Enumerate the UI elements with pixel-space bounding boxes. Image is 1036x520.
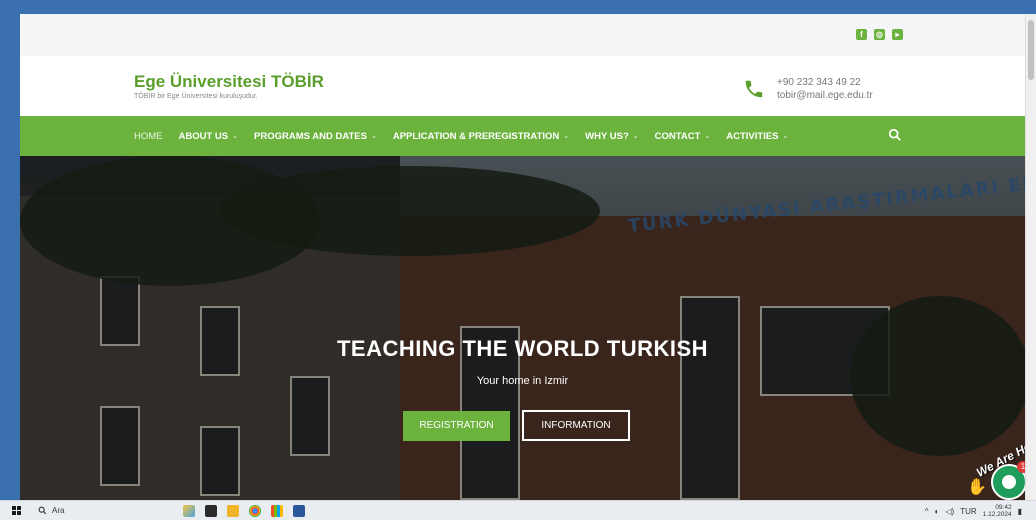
chevron-down-icon: ⌄ [782,133,789,140]
chevron-down-icon: ⌄ [632,133,639,140]
word-icon[interactable] [293,504,305,517]
chat-widget[interactable]: We Are Here! ✋ 1 [955,432,1025,500]
network-icon[interactable]: ◐ [935,507,940,516]
instagram-icon[interactable]: ◎ [874,29,885,40]
social-links: f ◎ ▸ [856,29,903,40]
language-indicator[interactable]: TUR [960,507,976,516]
contact-info: +90 232 343 49 22 tobir@mail.ege.edu.tr [777,76,873,102]
nav-item-activities[interactable]: ACTIVITIES ⌄ [726,131,788,142]
clock-time: 09:42 [995,504,1012,511]
nav-label: PROGRAMS AND DATES [254,130,367,142]
chevron-down-icon: ⌄ [232,133,238,140]
chevron-down-icon: ⌄ [704,133,711,140]
system-tray: ^ ◐ ◁) TUR 09:42 1.12.2024 ▮ [925,504,1022,518]
facebook-icon[interactable]: f [856,29,867,40]
hero-overlay [20,156,1025,500]
chevron-up-icon[interactable]: ^ [925,507,929,516]
file-explorer-icon[interactable] [227,504,239,517]
waving-hand-icon: ✋ [967,479,987,496]
nav-label: CONTACT [654,130,701,142]
chrome-icon[interactable] [249,504,261,517]
nav-label: HOME [134,130,163,142]
registration-button[interactable]: REGISTRATION [403,411,510,441]
taskbar-search-text: Ara [52,506,65,515]
phone-icon [745,80,763,98]
nav-label: WHY US? [585,130,629,142]
chat-notification-badge: 1 [1017,461,1025,473]
site-header: Ege Üniversitesi TÖBİR TÖBİR bir Ege Üni… [20,56,1025,116]
windows-taskbar: Ara ^ ◐ ◁) TUR 09:42 1.12.2024 ▮ [0,500,1036,520]
windows-start-icon[interactable] [12,505,22,516]
chevron-down-icon: ⌄ [370,133,377,140]
site-tagline: TÖBİR bir Ege Üniversitesi kuruluşudur. [134,93,258,100]
hero-subtitle: Your home in Izmir [476,375,569,387]
nav-item-why-us[interactable]: WHY US? ⌄ [585,131,639,142]
nav-label: ABOUT US [178,130,229,142]
nav-label: APPLICATION & PREREGISTRATION [392,130,560,142]
top-bar: f ◎ ▸ [20,14,1025,56]
site-title[interactable]: Ege Üniversitesi TÖBİR [134,72,324,92]
notification-icon[interactable]: ▮ [1018,507,1022,516]
nav-item-about-us[interactable]: ABOUT US ⌄ [179,131,239,142]
store-icon[interactable] [271,504,283,517]
information-button[interactable]: INFORMATION [522,410,630,441]
nav-item-contact[interactable]: CONTACT ⌄ [655,131,711,142]
email-address[interactable]: tobir@mail.ege.edu.tr [777,89,873,102]
search-icon[interactable] [888,128,902,142]
nav-item-home[interactable]: HOME [134,131,163,142]
phone-number[interactable]: +90 232 343 49 22 [777,76,873,89]
nav-label: ACTIVITIES [726,130,779,142]
page-scrollbar[interactable] [1025,14,1036,500]
hero-title: TEACHING THE WORLD TURKISH [336,336,709,361]
youtube-icon[interactable]: ▸ [892,29,903,40]
nav-item-programs-and-dates[interactable]: PROGRAMS AND DATES ⌄ [254,131,377,142]
web-page: f ◎ ▸ Ege Üniversitesi TÖBİR TÖBİR bir E… [20,14,1025,500]
nav-item-application[interactable]: APPLICATION & PREREGISTRATION ⌄ [393,131,569,142]
taskbar-search[interactable]: Ara [38,506,138,515]
main-navigation: HOME ABOUT US ⌄ PROGRAMS AND DATES ⌄ APPLI… [20,116,1025,156]
task-view-icon[interactable] [205,504,217,517]
volume-icon[interactable]: ◁) [945,507,954,516]
hero-banner: TÜRK DÜNYASI ARAŞTIRMALARI ENS TEACHING … [20,156,1025,500]
clock-date: 1.12.2024 [982,511,1012,518]
search-icon [38,506,47,515]
scrollbar-thumb[interactable] [1028,20,1034,80]
taskbar-clock[interactable]: 09:42 1.12.2024 [983,504,1012,518]
copilot-icon[interactable] [183,504,195,517]
taskbar-apps [183,504,305,517]
chevron-down-icon: ⌄ [563,133,570,140]
